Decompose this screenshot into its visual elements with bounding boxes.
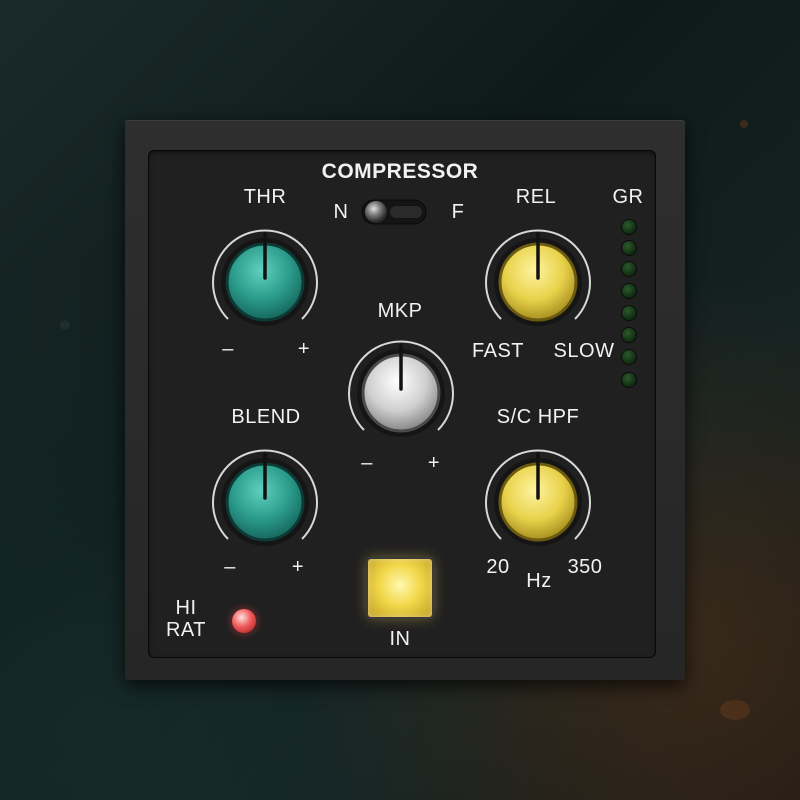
mkp-max-label: + (427, 452, 441, 474)
rel-knob[interactable] (478, 222, 598, 342)
hi-rat-label-line1: HI (175, 597, 197, 619)
thr-label: THR (243, 186, 287, 208)
plugin-title: COMPRESSOR (321, 160, 479, 183)
sc-hpf-max-label: 350 (567, 556, 603, 578)
gr-led (622, 284, 636, 298)
hi-rat-led-button[interactable] (232, 609, 256, 633)
thr-min-label: – (222, 338, 234, 360)
blend-min-label: – (224, 556, 236, 578)
mkp-label: MKP (377, 300, 423, 322)
sc-hpf-label: S/C HPF (496, 406, 580, 428)
rel-min-label: FAST (471, 340, 525, 362)
blend-label: BLEND (231, 406, 301, 428)
gr-led (622, 328, 636, 342)
sc-hpf-unit-label: Hz (526, 570, 552, 592)
thr-knob[interactable] (205, 222, 325, 342)
gr-led (622, 220, 636, 234)
gr-meter-label: GR (612, 186, 644, 208)
gr-led (622, 350, 636, 364)
mkp-knob[interactable] (341, 333, 461, 453)
gr-led (622, 241, 636, 255)
sc-hpf-knob[interactable] (478, 442, 598, 562)
mode-switch-right-label: F (451, 201, 465, 223)
hi-rat-label-line2: RAT (165, 619, 207, 641)
in-button[interactable] (368, 559, 432, 617)
rel-label: REL (515, 186, 557, 208)
mkp-min-label: – (361, 452, 373, 474)
mode-toggle-switch[interactable] (356, 192, 432, 230)
in-button-label: IN (389, 628, 411, 650)
blend-max-label: + (291, 556, 305, 578)
gr-led (622, 306, 636, 320)
mode-switch-left-label: N (333, 201, 349, 223)
rel-max-label: SLOW (553, 340, 615, 362)
sc-hpf-min-label: 20 (486, 556, 510, 578)
blend-knob[interactable] (205, 442, 325, 562)
gr-led (622, 262, 636, 276)
thr-max-label: + (297, 338, 311, 360)
gr-led (622, 373, 636, 387)
